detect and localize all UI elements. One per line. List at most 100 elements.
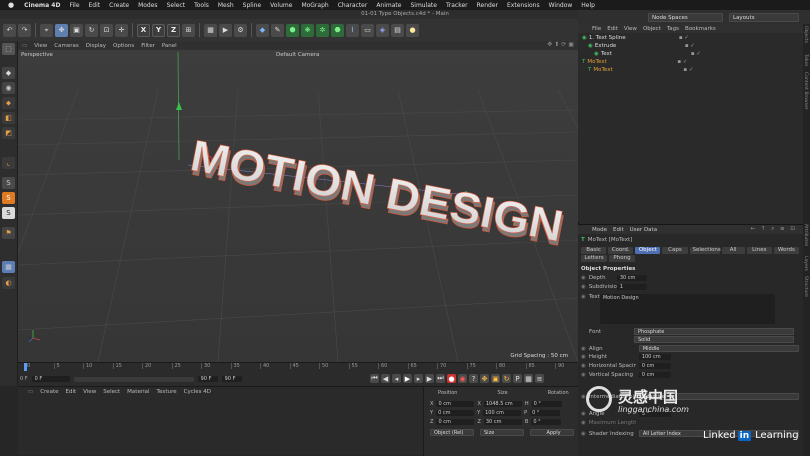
tab-coord[interactable]: Coord. [608,247,634,254]
snap-icon[interactable]: S [2,177,15,189]
mac-menu-item[interactable]: Window [549,2,573,9]
mac-menu-item[interactable]: Animate [376,2,401,9]
rot-h-field[interactable]: 0 ° [531,401,562,407]
font-style-select[interactable]: Solid [634,336,794,343]
render-region-icon[interactable]: ▦ [204,23,217,37]
layouts-select[interactable]: Layouts [729,12,799,22]
tab-phong[interactable]: Phong [609,255,635,262]
om-menu-tags[interactable]: Tags [667,26,679,33]
y-axis-icon[interactable]: Y [152,23,165,37]
mac-menu-item[interactable]: Tools [194,2,209,9]
object-row[interactable]: ◉ 1. Text Spline ▪ ✓ [582,34,798,42]
key-position-icon[interactable]: ✥ [480,374,489,383]
undo-icon[interactable]: ↶ [3,23,16,37]
timeline-menu-icon[interactable]: ≡ [535,374,544,383]
workplane-icon[interactable]: S [2,207,15,219]
axis-mode-icon[interactable]: ⌞ [2,157,15,169]
size-z-field[interactable]: 30 cm [483,419,522,425]
preview-range-slider[interactable] [73,376,194,382]
height-field[interactable]: 100 cm [638,354,671,360]
move-view-icon[interactable]: ✥ [547,41,552,48]
material-menu-texture[interactable]: Texture [157,389,177,395]
size-x-field[interactable]: 1048.5 cm [483,401,522,407]
coords-mode-select[interactable]: Object (Rel) [430,429,474,436]
goto-start-icon[interactable]: ⏮ [370,374,379,383]
mac-menu-item[interactable]: Spline [243,2,261,9]
material-menu-material[interactable]: Material [127,389,149,395]
text-field[interactable]: Motion Design [599,294,775,324]
viewport-menu-cameras[interactable]: Cameras [54,43,78,49]
grid-icon[interactable]: ▦ [2,261,15,273]
deformer-icon[interactable]: ⌇ [346,23,359,37]
key-param-icon[interactable]: P [513,374,522,383]
x-axis-icon[interactable]: X [137,23,150,37]
viewport-menu-options[interactable]: Options [113,43,134,49]
rotate-view-icon[interactable]: ⟳ [561,41,566,48]
viewport-menu-filter[interactable]: Filter [141,43,155,49]
apply-button[interactable]: Apply [530,429,574,436]
key-scale-icon[interactable]: ▣ [491,374,500,383]
mac-menu-item[interactable]: Mesh [218,2,234,9]
autokey-icon[interactable]: ◉ [458,374,467,383]
object-row[interactable]: ◉ Text ▪ ✓ [582,50,798,58]
am-menu-userdata[interactable]: User Data [630,227,657,233]
object-row[interactable]: T MoText ▪ ✓ [582,58,798,66]
frame-current-field[interactable]: 0 F [31,376,70,382]
mac-menu-item[interactable]: Cinema 4D [24,2,60,9]
object-row[interactable]: ◉ Extrude ▪ ✓ [582,42,798,50]
material-view-icon[interactable]: ▭ [28,389,33,395]
transform-icon[interactable]: ✛ [115,23,128,37]
keyframe-selection-icon[interactable]: ? [469,374,478,383]
viewport-menu-panel[interactable]: Panel [162,43,177,49]
side-tab-objects[interactable]: Objects [803,26,808,43]
viewport[interactable]: Perspective Default Camera MOTION DESIGN… [18,50,578,362]
mac-menu-item[interactable]: Edit [89,2,101,9]
pos-x-field[interactable]: 0 cm [436,401,475,407]
vspace-field[interactable]: 0 cm [638,372,671,378]
object-visibility-icon[interactable]: ▪ ✓ [679,34,689,42]
model-mode-icon[interactable]: ◆ [2,67,15,79]
viewport-menu-view[interactable]: View [34,43,47,49]
font-select[interactable]: Phosphate [634,328,794,335]
rot-b-field[interactable]: 0 ° [531,419,562,425]
rot-p-field[interactable]: 0 ° [530,410,561,416]
timeline-ruler[interactable]: 0 5 10 15 20 25 30 35 40 45 50 55 60 65 70 75 80 85 90 [24,363,564,371]
om-menu-edit[interactable]: Edit [607,26,618,33]
toggle-view-icon[interactable]: ▣ [568,41,574,48]
goto-end-icon[interactable]: ⏭ [436,374,445,383]
viewport-icon[interactable]: ▭ [22,43,27,49]
zoom-view-icon[interactable]: ⬆ [554,41,559,48]
om-menu-view[interactable]: View [624,26,637,33]
object-name[interactable]: MoText [587,58,677,66]
lock-icon[interactable]: ⚑ [2,227,15,239]
mac-menu-item[interactable]: Help [581,2,595,9]
pos-z-field[interactable]: 0 cm [436,419,475,425]
key-rotation-icon[interactable]: ↻ [502,374,511,383]
tab-all[interactable]: All [721,247,745,254]
points-mode-icon[interactable]: ⬥ [2,97,15,109]
cube-icon[interactable]: ◆ [256,23,269,37]
tag-icon[interactable]: ◈ [376,23,389,37]
render-settings-icon[interactable]: ⚙ [234,23,247,37]
tab-object[interactable]: Object [635,247,661,254]
tab-selections[interactable]: Selections [689,247,721,254]
om-menu-object[interactable]: Object [643,26,661,33]
render-view-icon[interactable]: ▶ [219,23,232,37]
subdivision-field[interactable]: 1 [616,284,647,290]
om-menu-bookmarks[interactable]: Bookmarks [685,26,716,33]
key-pla-icon[interactable]: ▦ [524,374,533,383]
light-icon[interactable]: ● [406,23,419,37]
camera-icon[interactable]: ▤ [391,23,404,37]
material-menu-view[interactable]: View [83,389,96,395]
mac-menu-item[interactable]: Simulate [410,2,437,9]
effector-icon[interactable]: ⬣ [331,23,344,37]
apple-icon[interactable]: ● [8,1,14,9]
tab-letters[interactable]: Letters [581,255,607,262]
make-editable-icon[interactable]: ⬚ [2,43,15,55]
object-visibility-icon[interactable]: ▪ ✓ [677,58,687,66]
snap-settings-icon[interactable]: S [2,192,15,204]
next-frame-icon[interactable]: ▸ [414,374,423,383]
frame-end-field[interactable]: 90 F [197,376,218,382]
move-icon[interactable]: ✥ [55,23,68,37]
am-nav-icons[interactable]: ← ↑ ⌕ ≡ ⊡ [750,226,797,233]
